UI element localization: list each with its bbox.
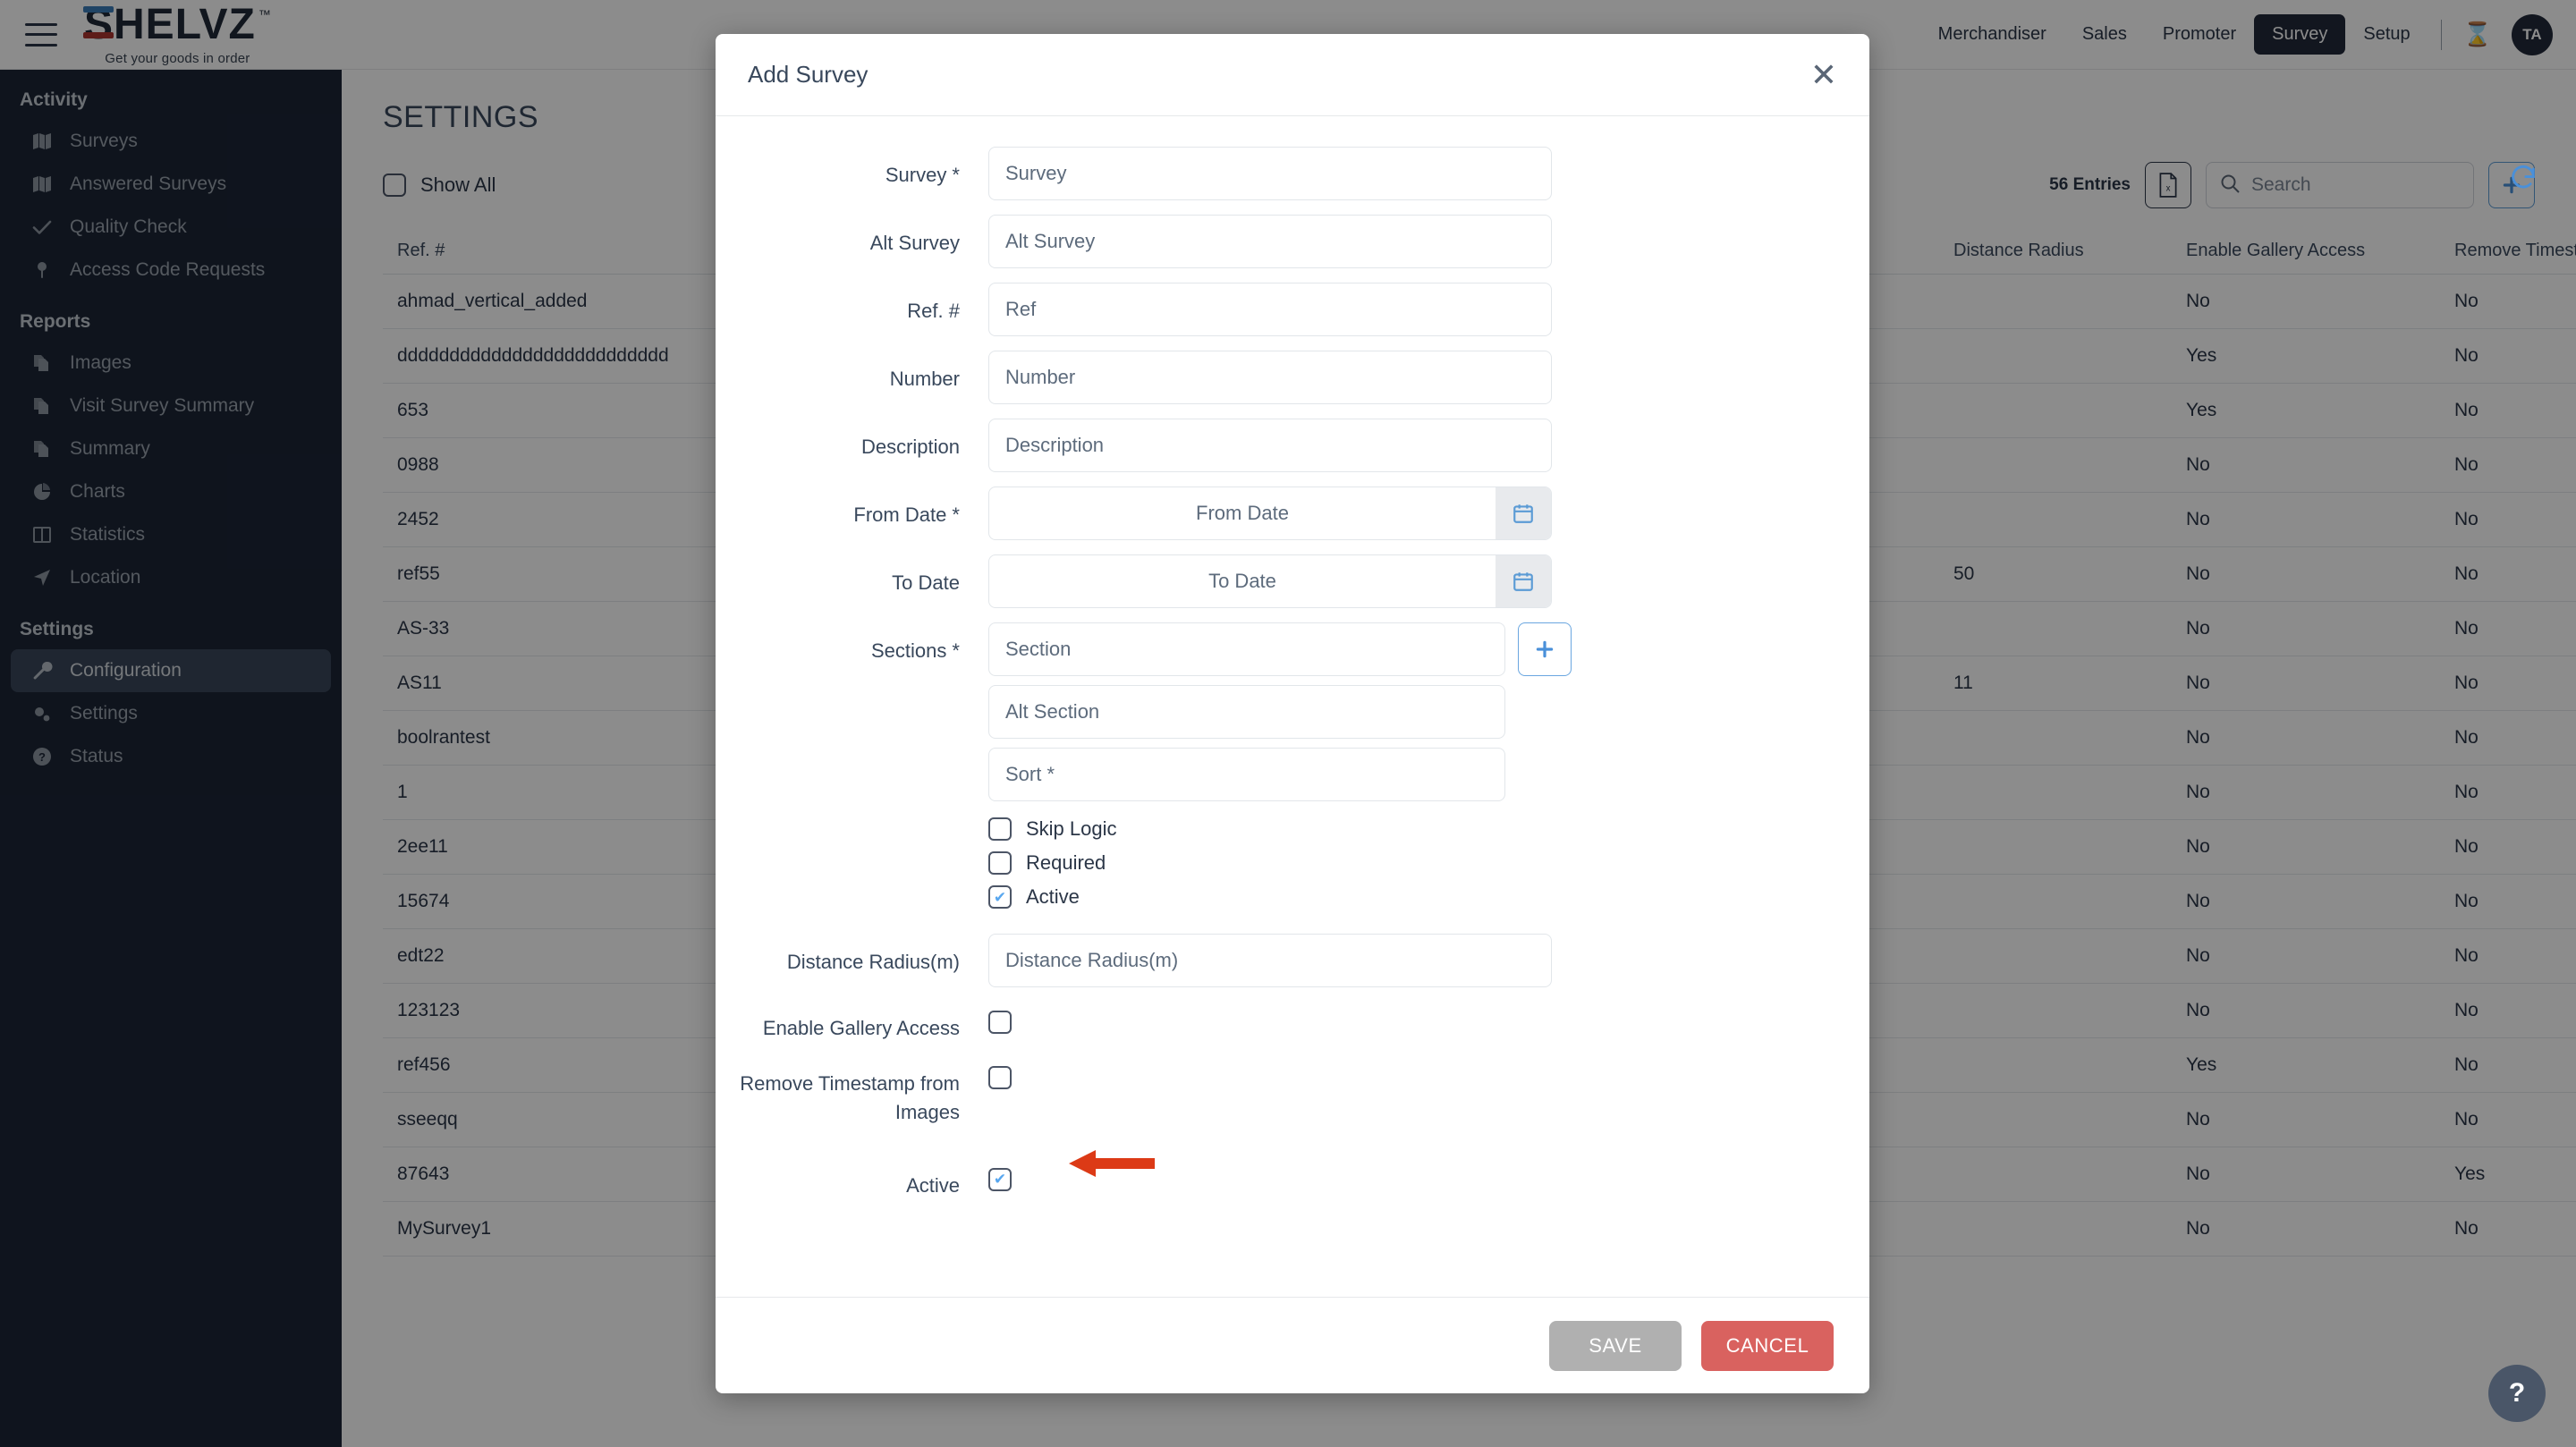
dialog-body: Survey * Alt Survey Ref. #	[716, 116, 1869, 1297]
field-row-distance-radius: Distance Radius(m)	[716, 934, 1869, 987]
label-remove-timestamp: Remove Timestamp from Images	[716, 1066, 988, 1127]
number-input[interactable]	[988, 351, 1552, 404]
label-distance-radius: Distance Radius(m)	[716, 934, 988, 977]
label-description: Description	[716, 419, 988, 461]
skip-logic-label: Skip Logic	[1026, 817, 1117, 841]
to-date-control[interactable]	[988, 554, 1552, 608]
enable-gallery-checkbox[interactable]	[988, 1011, 1012, 1034]
add-survey-dialog: Add Survey ✕ Survey * Alt Survey	[716, 34, 1869, 1393]
label-alt-survey: Alt Survey	[716, 215, 988, 258]
section-active-row[interactable]: Active	[988, 885, 1505, 909]
calendar-icon[interactable]	[1496, 487, 1551, 539]
app-root: SHELVZ ™ Get your goods in order Merchan…	[0, 0, 2576, 1447]
cancel-button[interactable]: CANCEL	[1701, 1321, 1834, 1371]
skip-logic-row[interactable]: Skip Logic	[988, 817, 1505, 841]
field-row-ref: Ref. #	[716, 283, 1869, 336]
label-number: Number	[716, 351, 988, 393]
section-active-label: Active	[1026, 885, 1080, 909]
field-row-from-date: From Date *	[716, 487, 1869, 540]
to-date-input[interactable]	[989, 555, 1496, 607]
field-row-survey: Survey *	[716, 147, 1869, 200]
label-to-date: To Date	[716, 554, 988, 597]
section-input[interactable]	[988, 622, 1505, 676]
save-button[interactable]: SAVE	[1549, 1321, 1682, 1371]
from-date-control[interactable]	[988, 487, 1552, 540]
remove-timestamp-checkbox[interactable]	[988, 1066, 1012, 1089]
label-survey: Survey *	[716, 147, 988, 190]
field-row-alt-survey: Alt Survey	[716, 215, 1869, 268]
dialog-title: Add Survey	[748, 61, 868, 89]
section-active-checkbox[interactable]	[988, 885, 1012, 909]
field-row-active: Active	[716, 1168, 1869, 1200]
field-row-description: Description	[716, 419, 1869, 472]
label-ref: Ref. #	[716, 283, 988, 326]
calendar-icon[interactable]	[1496, 555, 1551, 607]
modal-layer: Add Survey ✕ Survey * Alt Survey	[0, 0, 2576, 1447]
dialog-footer: SAVE CANCEL	[716, 1297, 1869, 1393]
skip-logic-checkbox[interactable]	[988, 817, 1012, 841]
field-row-number: Number	[716, 351, 1869, 404]
field-row-to-date: To Date	[716, 554, 1869, 608]
required-row[interactable]: Required	[988, 851, 1505, 875]
required-checkbox[interactable]	[988, 851, 1012, 875]
add-section-button[interactable]	[1518, 622, 1572, 676]
alt-survey-input[interactable]	[988, 215, 1552, 268]
label-from-date: From Date *	[716, 487, 988, 529]
label-active: Active	[716, 1168, 988, 1200]
from-date-input[interactable]	[989, 487, 1496, 539]
distance-radius-input[interactable]	[988, 934, 1552, 987]
required-label: Required	[1026, 851, 1106, 875]
survey-input[interactable]	[988, 147, 1552, 200]
close-icon[interactable]: ✕	[1810, 59, 1837, 91]
dialog-header: Add Survey ✕	[716, 34, 1869, 116]
ref-input[interactable]	[988, 283, 1552, 336]
field-row-sections: Sections * Skip Logic	[716, 622, 1869, 919]
label-enable-gallery: Enable Gallery Access	[716, 1011, 988, 1043]
alt-section-input[interactable]	[988, 685, 1505, 739]
active-checkbox[interactable]	[988, 1168, 1012, 1191]
label-sections: Sections *	[716, 622, 988, 665]
field-row-remove-timestamp: Remove Timestamp from Images	[716, 1066, 1869, 1127]
description-input[interactable]	[988, 419, 1552, 472]
field-row-enable-gallery: Enable Gallery Access	[716, 1011, 1869, 1043]
sort-input[interactable]	[988, 748, 1505, 801]
